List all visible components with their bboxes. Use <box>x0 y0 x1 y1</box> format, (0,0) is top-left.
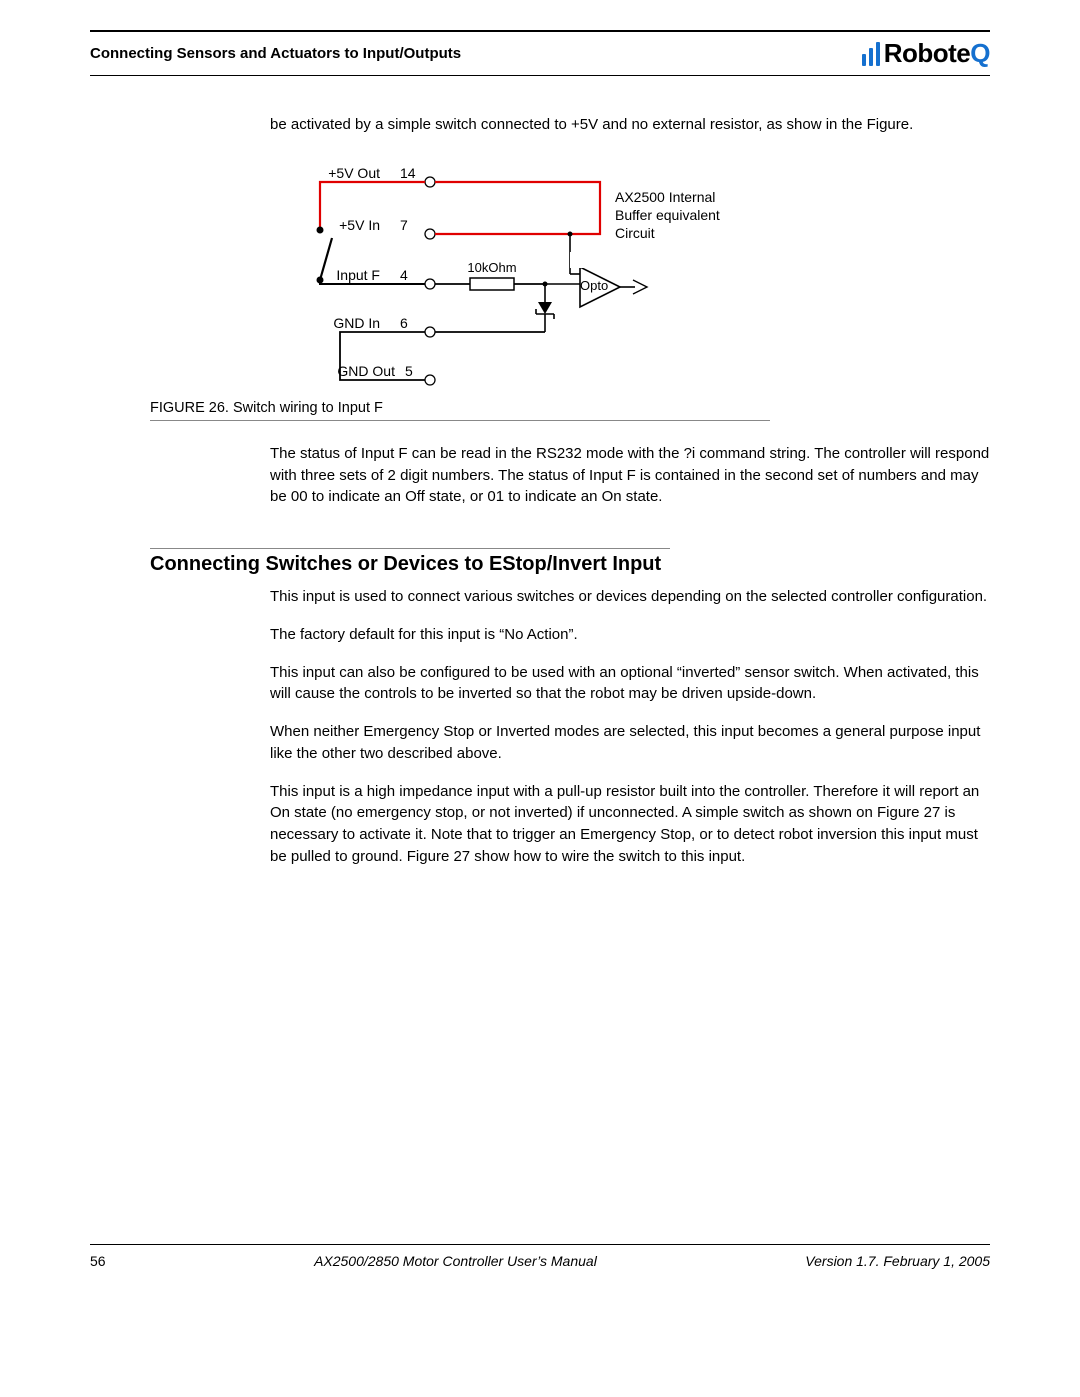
svg-text:14: 14 <box>400 165 416 181</box>
svg-text:Input F: Input F <box>336 267 380 283</box>
header-title: Connecting Sensors and Actuators to Inpu… <box>90 45 461 62</box>
intro-paragraph: be activated by a simple switch connecte… <box>270 114 990 136</box>
svg-text:10kOhm: 10kOhm <box>467 260 516 275</box>
svg-text:+5V In: +5V In <box>339 217 380 233</box>
section-p1: This input is used to connect various sw… <box>270 586 990 608</box>
intro-paragraph-block: be activated by a simple switch connecte… <box>270 114 990 136</box>
svg-text:4: 4 <box>400 267 408 283</box>
page: Connecting Sensors and Actuators to Inpu… <box>0 0 1080 1299</box>
svg-text:+5V Out: +5V Out <box>328 165 380 181</box>
figure-26: +5V Out 14 +5V In 7 Input F 4 GND In 6 G… <box>90 152 990 392</box>
svg-text:5: 5 <box>405 363 413 379</box>
section-p4: When neither Emergency Stop or Inverted … <box>270 721 990 765</box>
svg-text:GND Out: GND Out <box>337 363 395 379</box>
footer-manual-title: AX2500/2850 Motor Controller User’s Manu… <box>106 1253 806 1269</box>
figure-rule <box>150 420 770 421</box>
section-heading: Connecting Switches or Devices to EStop/… <box>150 553 990 576</box>
section-p5: This input is a high impedance input wit… <box>270 781 990 868</box>
footer: 56 AX2500/2850 Motor Controller User’s M… <box>90 1245 990 1269</box>
header-bar: Connecting Sensors and Actuators to Inpu… <box>90 38 990 76</box>
roboteq-logo: RoboteQ <box>862 38 990 69</box>
svg-text:Opto: Opto <box>580 278 608 293</box>
section-p3: This input can also be configured to be … <box>270 662 990 706</box>
logo-bars-icon <box>862 42 880 66</box>
footer-page-number: 56 <box>90 1253 106 1269</box>
status-paragraph: The status of Input F can be read in the… <box>270 443 990 508</box>
svg-text:AX2500 Internal: AX2500 Internal <box>615 189 715 205</box>
svg-text:6: 6 <box>400 315 408 331</box>
circuit-diagram-icon: +5V Out 14 +5V In 7 Input F 4 GND In 6 G… <box>280 152 800 392</box>
figure-caption-row: FIGURE 26. Switch wiring to Input F <box>90 400 990 416</box>
blank-space <box>90 892 990 1232</box>
section-p2: The factory default for this input is “N… <box>270 624 990 646</box>
section-body: This input is used to connect various sw… <box>270 586 990 868</box>
svg-text:GND In: GND In <box>333 315 380 331</box>
svg-text:7: 7 <box>400 217 408 233</box>
status-paragraph-block: The status of Input F can be read in the… <box>270 443 990 508</box>
top-rule <box>90 30 990 32</box>
logo-text: RoboteQ <box>884 38 990 69</box>
svg-text:Circuit: Circuit <box>615 225 655 241</box>
footer-version: Version 1.7. February 1, 2005 <box>805 1253 990 1269</box>
figure-caption: FIGURE 26. Switch wiring to Input F <box>150 400 990 416</box>
svg-text:Buffer equivalent: Buffer equivalent <box>615 207 720 223</box>
section-heading-row: Connecting Switches or Devices to EStop/… <box>90 548 990 576</box>
section-rule <box>150 548 670 549</box>
